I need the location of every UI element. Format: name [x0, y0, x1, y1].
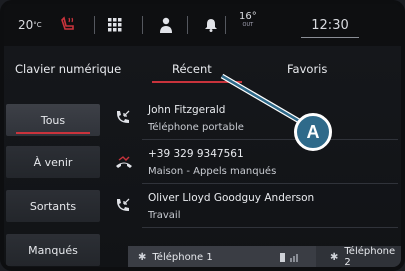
callout-badge: A: [294, 113, 332, 151]
callout-pointer: [220, 73, 308, 128]
infotainment-screen: 20 °C 16° OUT 12:30 Clavier numérique Réc…: [4, 4, 401, 267]
